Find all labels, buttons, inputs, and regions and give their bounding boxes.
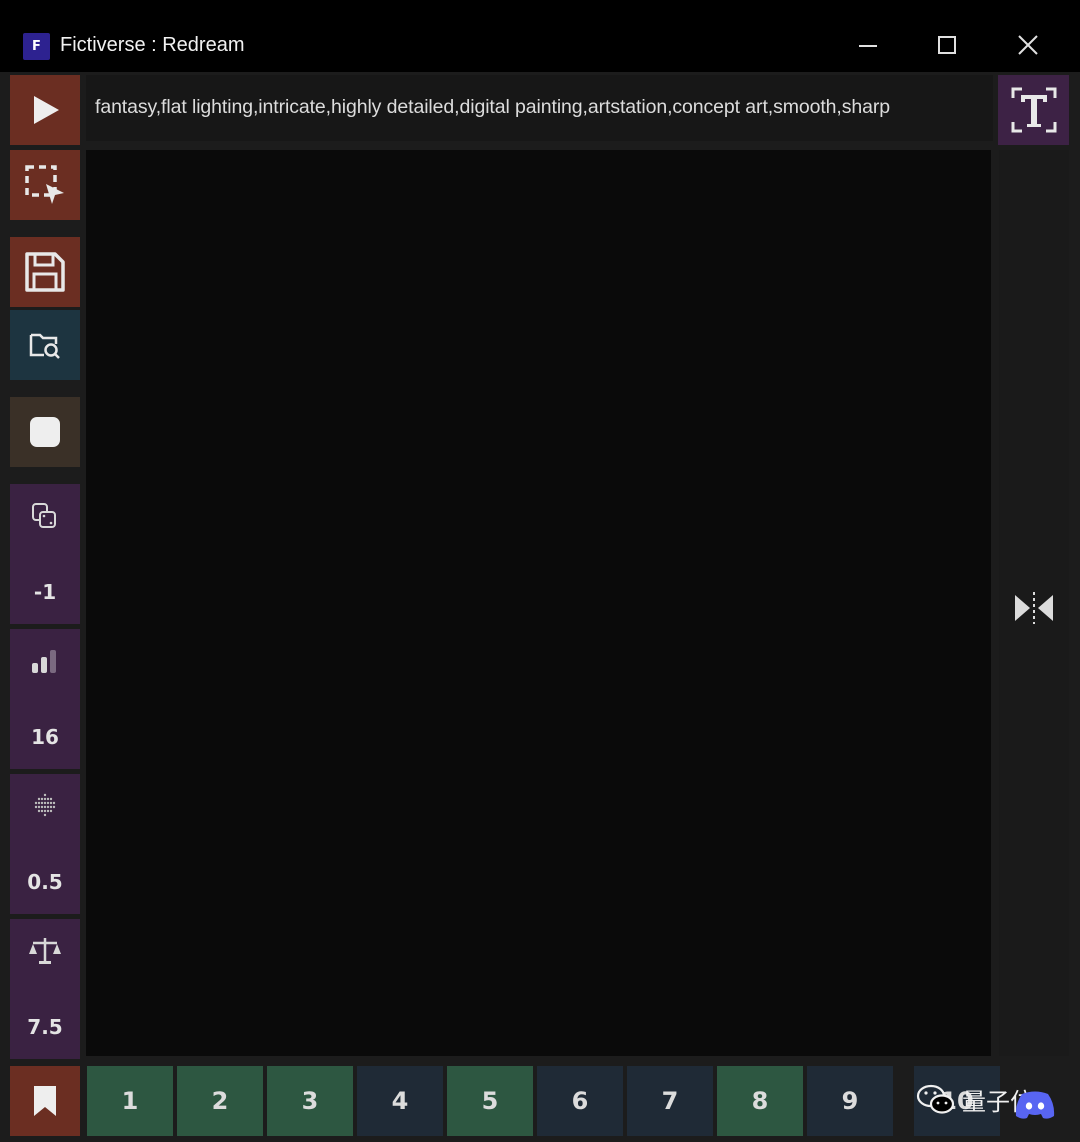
bookmark-icon: [34, 1086, 56, 1116]
bookmark-button[interactable]: [10, 1066, 80, 1136]
generate-button[interactable]: [10, 75, 80, 145]
strength-control[interactable]: 0.5: [10, 774, 80, 914]
noise-dots-icon: [34, 793, 56, 817]
slot-7-button[interactable]: 7: [627, 1066, 713, 1136]
seed-control[interactable]: -1: [10, 484, 80, 624]
strength-value: 0.5: [27, 870, 63, 894]
prompt-input[interactable]: fantasy,flat lighting,intricate,highly d…: [86, 75, 993, 141]
steps-control[interactable]: 16: [10, 629, 80, 769]
wechat-icon: [916, 1084, 955, 1114]
save-icon: [25, 252, 65, 292]
select-region-icon: [25, 165, 64, 204]
stop-button[interactable]: [10, 397, 80, 467]
maximize-icon: [938, 36, 956, 54]
slot-4-button[interactable]: 4: [357, 1066, 443, 1136]
slot-8-button[interactable]: 8: [717, 1066, 803, 1136]
app-logo-icon: F: [23, 33, 50, 60]
text-box-icon: [1011, 87, 1056, 133]
slot-5-button[interactable]: 5: [447, 1066, 533, 1136]
steps-value: 16: [31, 725, 59, 749]
signal-bars-icon: [32, 650, 56, 673]
image-canvas[interactable]: [86, 150, 991, 1056]
maximize-button[interactable]: [924, 22, 970, 68]
slot-9-button[interactable]: 9: [807, 1066, 893, 1136]
save-button[interactable]: [10, 237, 80, 307]
dice-icon: [32, 503, 56, 528]
slot-1-button[interactable]: 1: [87, 1066, 173, 1136]
title-bar: F Fictiverse : Redream: [0, 0, 1080, 72]
slot-2-button[interactable]: 2: [177, 1066, 263, 1136]
text-tool-button[interactable]: [998, 75, 1069, 145]
window-title: Fictiverse : Redream: [60, 34, 245, 56]
scale-balance-icon: [29, 938, 61, 964]
browse-folder-button[interactable]: [10, 310, 80, 380]
slot-3-button[interactable]: 3: [267, 1066, 353, 1136]
seed-value: -1: [33, 580, 57, 604]
flip-horizontal-icon: [1015, 592, 1053, 624]
close-icon: [1018, 35, 1038, 55]
folder-search-icon: [29, 333, 60, 359]
stop-icon: [30, 417, 60, 447]
discord-icon: [1015, 1091, 1055, 1119]
slot-6-button[interactable]: 6: [537, 1066, 623, 1136]
minimize-button[interactable]: [845, 22, 891, 68]
guidance-scale-value: 7.5: [27, 1015, 63, 1039]
close-button[interactable]: [1005, 22, 1051, 68]
prompt-text: fantasy,flat lighting,intricate,highly d…: [95, 96, 891, 118]
select-region-button[interactable]: [10, 150, 80, 220]
guidance-scale-control[interactable]: 7.5: [10, 919, 80, 1059]
discord-button[interactable]: [1014, 1090, 1056, 1120]
play-icon: [34, 96, 59, 124]
mirror-button[interactable]: [1012, 590, 1056, 626]
minimize-icon: [859, 45, 877, 47]
